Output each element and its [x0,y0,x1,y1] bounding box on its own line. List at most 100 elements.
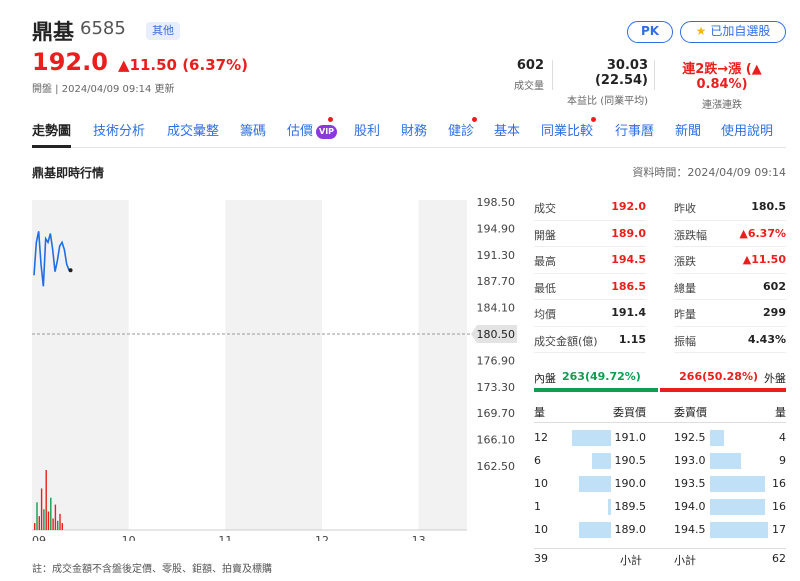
quote-value: 189.0 [611,226,646,240]
outer-value: 266(50.28%) [679,370,758,383]
volume-bar [38,516,40,530]
streak-stat: 連2跌→漲 (▲ 0.84%) 連漲連跌 [682,62,762,111]
bid-price: 190.5 [614,454,647,467]
pk-button[interactable]: PK [627,21,673,43]
star-icon: ★ [695,24,707,38]
x-tick-label: 12 [315,534,329,541]
volume-bar [59,513,61,530]
data-time: 資料時間：2024/04/09 09:14 [632,166,786,179]
bid-depth-bar [591,453,611,469]
tab-chart[interactable]: 走勢圖 [32,120,72,148]
tab-peers[interactable]: 同業比較 [541,117,596,139]
inner-value: 263(49.72%) [562,370,641,383]
volume-bar [57,520,59,530]
y-tick-label: 169.70 [477,407,516,420]
quote-value: 602 [763,279,786,293]
tab-technical[interactable]: 技術分析 [93,120,145,139]
tab-basic[interactable]: 基本 [494,120,520,139]
tab-trades[interactable]: 成交彙整 [167,120,219,139]
bid-qty-header: 量 [534,406,545,419]
update-time: 開盤 | 2024/04/09 09:14 更新 [32,84,175,95]
ask-qty: 4 [779,431,786,444]
volume-bar [34,523,36,530]
stock-code: 6585 [80,18,126,39]
ask-price: 194.0 [674,500,706,513]
ask-depth-bar [710,476,765,492]
x-tick-label: 11 [218,534,232,541]
current-price: 192.0 [32,48,108,76]
bid-total-label: 小計 [620,554,642,567]
quote-label: 振幅 [674,334,696,348]
quote-value: 186.5 [611,279,646,293]
ask-depth-bar [710,499,765,515]
quote-value: 180.5 [751,200,786,213]
tab-valuation[interactable]: 估價 VIP [287,117,338,139]
intraday-chart[interactable]: 198.50 194.90 191.30 187.70 184.10 180.50 176.… [32,196,522,541]
quote-value: 191.4 [611,306,646,319]
bid-price: 189.0 [614,523,647,536]
tab-help[interactable]: 使用說明 [721,120,773,139]
bid-qty: 12 [534,431,548,444]
tab-news[interactable]: 新聞 [675,120,701,139]
volume-bar [43,509,45,530]
pe-stat: 30.03 (22.54) 本益比 (同業平均) [567,58,648,107]
ask-qty: 9 [779,454,786,467]
stock-header: 鼎基 6585 其他 PK ★ 已加自選股 192.0 ▲11.50 (6.37%… [0,0,800,111]
quote-value: ▲6.37% [739,226,786,240]
bid-depth-bar [607,499,611,515]
footnote: 註：成交金額不含盤後定價、零股、鉅額、拍賣及標購 [32,564,272,575]
x-tick-label: 10 [122,534,136,541]
quote-value: 299 [763,306,786,319]
new-dot [328,117,333,122]
quote-label: 均價 [534,308,556,321]
bid-depth-bar [578,522,611,538]
bid-qty: 1 [534,500,541,513]
ask-depth-bar [710,430,724,446]
chart-band [418,200,467,530]
bid-price: 190.0 [614,477,647,490]
y-tick-label: 198.50 [477,196,516,209]
price-change: ▲11.50 (6.37%) [118,56,248,74]
ask-qty: 17 [772,523,786,536]
add-watchlist-button[interactable]: ★ 已加自選股 [680,21,786,43]
y-tick-label: 173.30 [477,381,516,394]
tab-chips[interactable]: 籌碼 [240,120,266,139]
volume-bar [47,511,50,530]
quote-label: 最高 [534,255,556,268]
inner-label: 內盤 [534,372,556,385]
industry-tag[interactable]: 其他 [146,22,180,40]
volume-stat: 602 成交量 [514,58,544,92]
new-dot [472,117,477,122]
x-tick-label: 09 [32,534,46,541]
bid-qty: 10 [534,477,548,490]
volume-bar [50,497,52,530]
tab-financials[interactable]: 財務 [401,120,427,139]
tab-calendar[interactable]: 行事曆 [615,120,654,139]
last-price-dot [68,268,73,273]
ask-total-label: 小計 [674,554,696,567]
quote-label: 成交金額(億) [534,334,598,348]
ask-qty: 16 [772,500,786,513]
divider [534,422,786,423]
bid-qty: 6 [534,454,541,467]
chart-band [225,200,322,530]
ask-total: 62 [772,552,786,565]
y-tick-label: 184.10 [477,302,516,315]
bid-depth-bar [572,430,611,446]
quote-label: 漲跌幅 [674,228,707,242]
y-tick-label: 162.50 [477,460,516,473]
quote-value: 4.43% [747,332,786,346]
tab-dividend[interactable]: 股利 [354,120,380,139]
ask-price-header: 委賣價 [674,406,707,419]
tab-diagnosis[interactable]: 健診 [448,117,477,139]
ask-price: 193.0 [674,454,706,467]
new-dot [591,117,596,122]
volume-bar [36,502,38,530]
volume-bar [40,488,43,530]
ask-price: 193.5 [674,477,706,490]
ask-price: 192.5 [674,431,706,444]
section-title: 鼎基即時行情 [32,166,105,180]
bid-price: 189.5 [614,500,647,513]
quote-value: ▲11.50 [742,253,786,266]
outer-ratio-bar [660,388,786,392]
